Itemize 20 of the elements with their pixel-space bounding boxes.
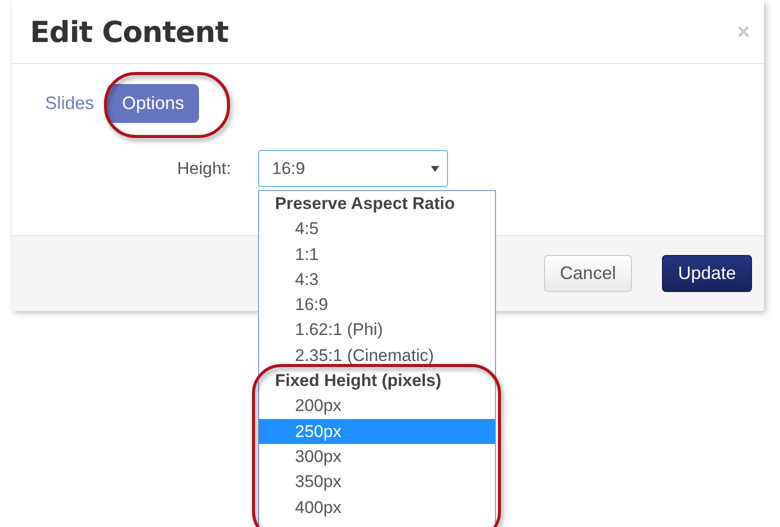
dropdown-option[interactable]: 1:1: [259, 242, 495, 267]
dropdown-option[interactable]: 2.35:1 (Cinematic): [259, 342, 495, 368]
dropdown-option[interactable]: 350px: [259, 469, 495, 495]
dropdown-option[interactable]: 4:5: [259, 216, 495, 242]
dropdown-option[interactable]: 300px: [259, 444, 495, 470]
caret-icon: [431, 166, 439, 172]
tab[interactable]: Slides: [38, 84, 102, 123]
field-label: Height:: [176, 158, 231, 178]
dropdown-option[interactable]: 16:9: [259, 292, 495, 318]
tab[interactable]: Options: [107, 84, 200, 123]
dropdown-option[interactable]: 1.62:1 (Phi): [259, 317, 495, 343]
group-header: Preserve Aspect Ratio: [274, 193, 456, 215]
height-select[interactable]: 16:9: [258, 150, 448, 187]
update-button[interactable]: Update: [662, 255, 752, 292]
group-header: Fixed Height (pixels): [274, 370, 442, 392]
dropdown-option[interactable]: 4:3: [259, 266, 495, 292]
cancel-button[interactable]: Cancel: [544, 255, 632, 292]
dropdown-option[interactable]: 400px: [259, 494, 495, 520]
dropdown-option[interactable]: 200px: [259, 393, 495, 419]
dialog-title: Edit Content: [30, 14, 228, 48]
